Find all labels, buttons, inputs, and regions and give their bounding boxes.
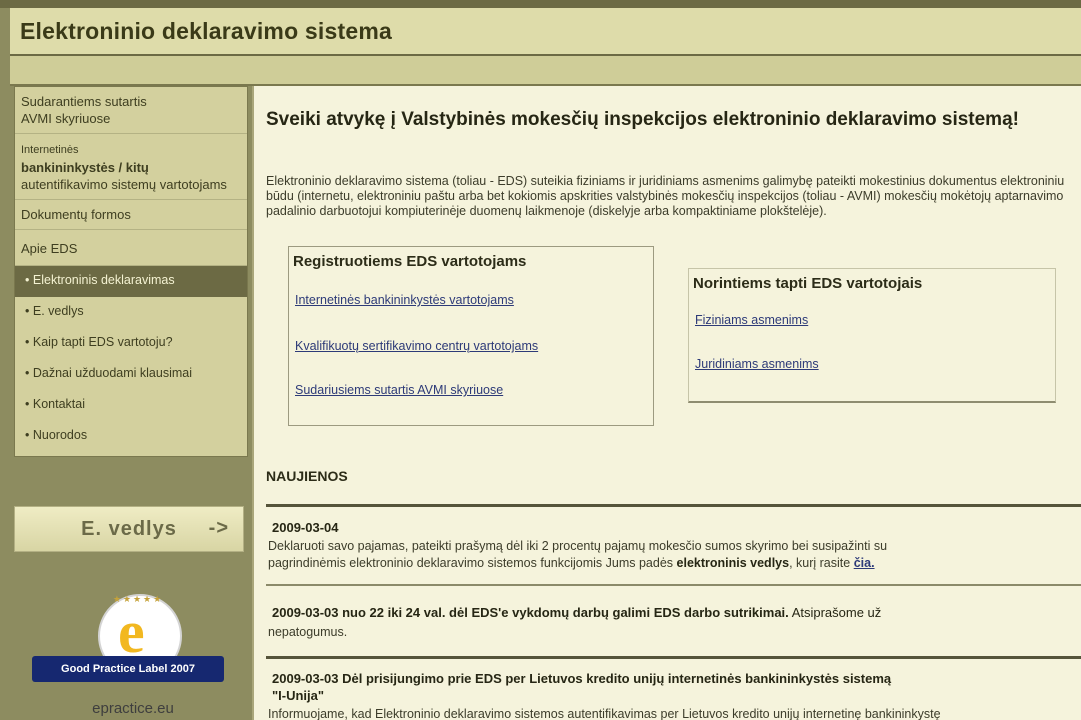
news-item-title: 2009-03-03 nuo 22 iki 24 val. dėl EDS'e … bbox=[272, 604, 1081, 621]
award-ribbon: Good Practice Label 2007 bbox=[32, 656, 224, 682]
sidebar-subitem-label: Dažnai užduodami klausimai bbox=[32, 366, 192, 380]
new-users-heading: Norintiems tapti EDS vartotojais bbox=[693, 275, 923, 292]
news-divider bbox=[266, 504, 1081, 507]
app-title: Elektroninio deklaravimo sistema bbox=[20, 18, 392, 44]
arrow-right-icon: -> bbox=[208, 517, 229, 539]
news-item-title: 2009-03-03 Dėl prisijungimo prie EDS per… bbox=[272, 670, 1081, 687]
sidebar-subitem-e-vedlys[interactable]: • E. vedlys bbox=[15, 297, 247, 328]
link-avmi-contract-users[interactable]: Sudariusiems sutartis AVMI skyriuose bbox=[295, 383, 503, 397]
link-ebanking-users[interactable]: Internetinės bankininkystės vartotojams bbox=[295, 293, 514, 307]
registered-users-heading: Registruotiems EDS vartotojams bbox=[293, 253, 527, 270]
sidebar-subitem-label: Elektroninis deklaravimas bbox=[32, 273, 175, 287]
news-text: Deklaruoti savo pajamas, pateikti prašym… bbox=[268, 539, 888, 553]
news-item-text: Deklaruoti savo pajamas, pateikti prašym… bbox=[268, 538, 1078, 572]
header-strip bbox=[10, 56, 1081, 86]
sidebar-item-bold-label: bankininkystės / kitų bbox=[21, 160, 149, 175]
link-natural-persons[interactable]: Fiziniams asmenims bbox=[695, 313, 808, 327]
news-item-title-cont: "I-Unija" bbox=[272, 687, 1081, 704]
sidebar-menu: Sudarantiems sutartis AVMI skyriuose Int… bbox=[14, 86, 248, 457]
bullet-icon: • bbox=[25, 273, 30, 287]
sidebar-item-label: Sudarantiems sutartis bbox=[21, 94, 147, 109]
link-here[interactable]: čia. bbox=[854, 556, 875, 570]
app-header: Elektroninio deklaravimo sistema bbox=[10, 8, 1081, 56]
news-bold-text: elektroninis vedlys bbox=[676, 556, 790, 570]
sidebar-item-ebanking[interactable]: Internetinės bankininkystės / kitų auten… bbox=[15, 134, 247, 200]
link-certified-centers-users[interactable]: Kvalifikuotų sertifikavimo centrų vartot… bbox=[295, 339, 538, 353]
e-vedlys-label: E. vedlys bbox=[81, 517, 177, 540]
sidebar-subitem-how-to-become[interactable]: • Kaip tapti EDS vartotoju? bbox=[15, 328, 247, 359]
sidebar: Sudarantiems sutartis AVMI skyriuose Int… bbox=[14, 86, 248, 720]
news-text: nepatogumus. bbox=[268, 625, 348, 639]
sidebar-item-label: Dokumentų formos bbox=[21, 207, 131, 222]
bullet-icon: • bbox=[25, 428, 30, 442]
sidebar-subitem-label: E. vedlys bbox=[32, 304, 84, 318]
sidebar-item-label: autentifikavimo sistemų vartotojams bbox=[21, 177, 227, 192]
sidebar-subitem-links[interactable]: • Nuorodos bbox=[15, 421, 247, 452]
news-title: 2009-03-03 Dėl prisijungimo prie EDS per… bbox=[272, 671, 892, 686]
sidebar-subitem-label: Kontaktai bbox=[32, 397, 85, 411]
sidebar-item-contracts[interactable]: Sudarantiems sutartis AVMI skyriuose bbox=[15, 87, 247, 134]
sidebar-subitem-e-declaring[interactable]: • Elektroninis deklaravimas bbox=[15, 266, 247, 297]
e-vedlys-button[interactable]: E. vedlys -> bbox=[14, 506, 244, 552]
bullet-icon: • bbox=[25, 335, 30, 349]
main-content: Sveiki atvykę į Valstybinės mokesčių ins… bbox=[252, 86, 1081, 720]
news-text: Atsiprašome už bbox=[788, 605, 882, 620]
sidebar-item-label: AVMI skyriuose bbox=[21, 111, 111, 126]
bullet-icon: • bbox=[25, 366, 30, 380]
news-heading: NAUJIENOS bbox=[266, 468, 348, 484]
news-text: Informuojame, kad Elektroninio deklaravi… bbox=[268, 707, 941, 720]
link-legal-persons[interactable]: Juridiniams asmenims bbox=[695, 357, 819, 371]
sidebar-item-about-eds[interactable]: Apie EDS bbox=[15, 230, 247, 266]
sidebar-subitem-label: Kaip tapti EDS vartotoju? bbox=[32, 335, 173, 349]
sidebar-item-document-forms[interactable]: Dokumentų formos bbox=[15, 200, 247, 230]
news-date: 2009-03-04 bbox=[272, 520, 339, 535]
epractice-logo: epractice.eu bbox=[92, 700, 174, 717]
bullet-icon: • bbox=[25, 304, 30, 318]
new-users-box: Norintiems tapti EDS vartotojais Fizinia… bbox=[688, 268, 1056, 403]
sidebar-item-label: Apie EDS bbox=[21, 241, 78, 256]
bullet-icon: • bbox=[25, 397, 30, 411]
sidebar-subitem-contacts[interactable]: • Kontaktai bbox=[15, 390, 247, 421]
news-title: 2009-03-03 nuo 22 iki 24 val. dėl EDS'e … bbox=[272, 605, 789, 620]
registered-users-box: Registruotiems EDS vartotojams Interneti… bbox=[288, 246, 654, 426]
page-title: Sveiki atvykę į Valstybinės mokesčių ins… bbox=[266, 109, 1019, 130]
good-practice-award[interactable]: ★★★★★ e Good Practice Label 2007 epracti… bbox=[28, 594, 238, 720]
sidebar-subitem-label: Nuorodos bbox=[32, 428, 88, 442]
sidebar-subitem-faq[interactable]: • Dažnai užduodami klausimai bbox=[15, 359, 247, 390]
sidebar-item-small-label: Internetinės bbox=[21, 144, 79, 156]
intro-text: Elektroninio deklaravimo sistema (toliau… bbox=[266, 174, 1065, 218]
news-text: pagrindinėmis elektroninio deklaravimo s… bbox=[268, 556, 677, 570]
window-top-strip bbox=[0, 0, 1081, 8]
news-title: "I-Unija" bbox=[272, 688, 325, 703]
news-divider bbox=[266, 584, 1081, 586]
news-divider bbox=[266, 656, 1081, 659]
news-text: , kurį rasite bbox=[789, 556, 854, 570]
